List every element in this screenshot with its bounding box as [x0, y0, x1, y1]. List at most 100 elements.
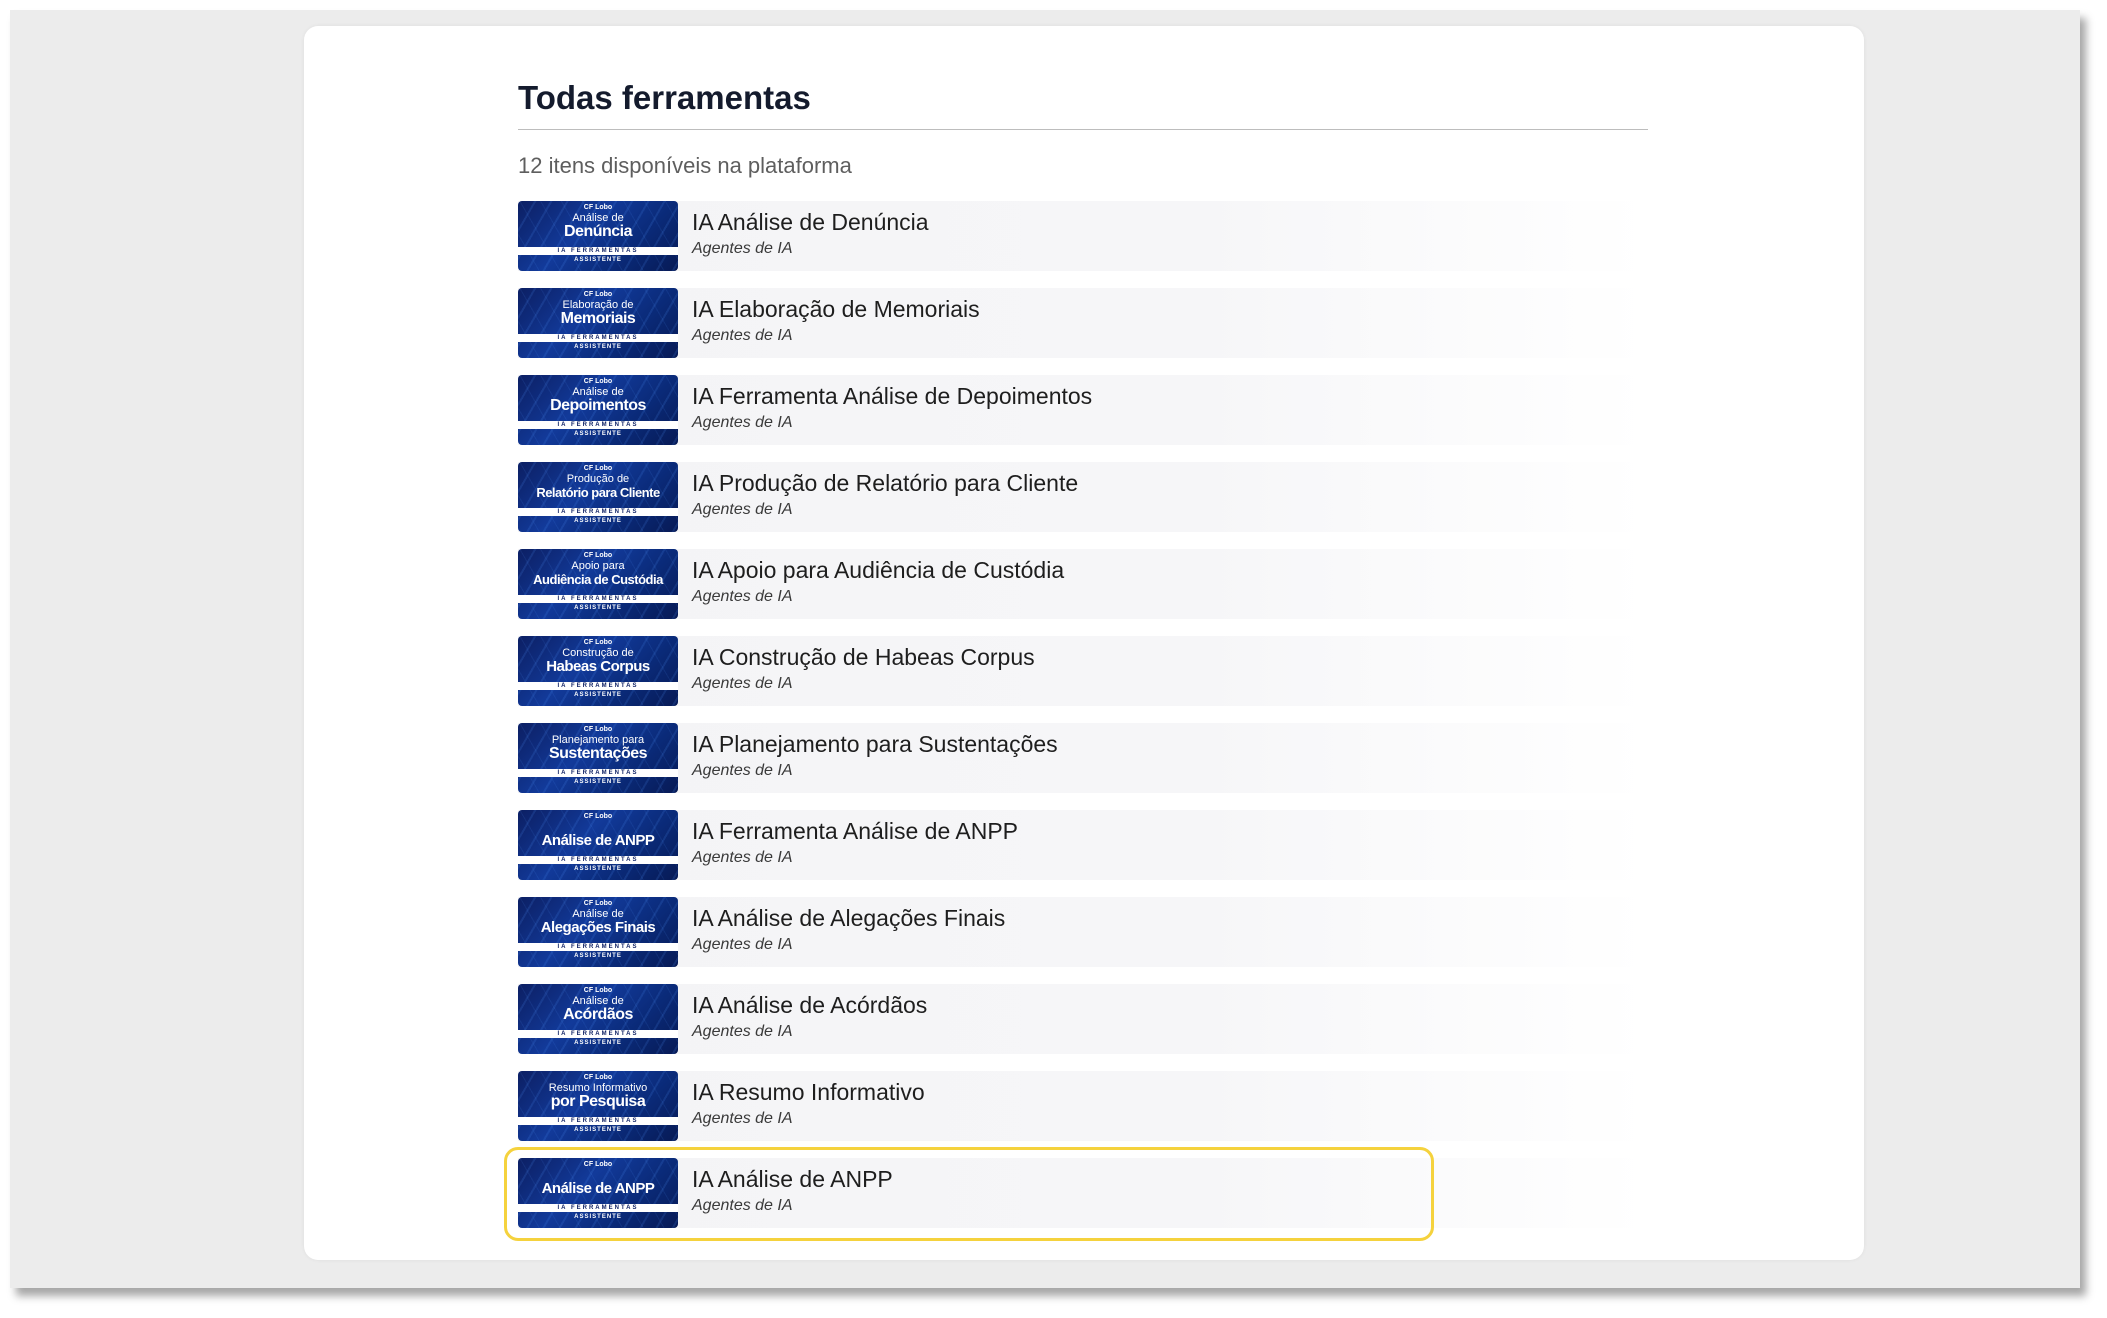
- thumb-band: IA FERRAMENTAS: [518, 508, 678, 516]
- tool-name[interactable]: IA Análise de Alegações Finais: [692, 904, 1005, 932]
- tool-category: Agentes de IA: [692, 849, 793, 866]
- thumb-band: IA FERRAMENTAS: [518, 1204, 678, 1212]
- thumb-title: Depoimentos: [550, 397, 646, 414]
- thumb-title: Sustentações: [548, 745, 648, 762]
- tool-thumbnail: CF Lobo Resumo Informativo por Pesquisa …: [518, 1071, 678, 1141]
- thumb-brand: CF Lobo: [583, 900, 613, 907]
- thumb-brand: CF Lobo: [583, 987, 613, 994]
- thumb-sub: ASSISTENTE: [574, 605, 622, 611]
- tool-item[interactable]: CF Lobo Construção de Habeas Corpus IA F…: [518, 636, 1648, 706]
- tool-thumbnail: CF Lobo Planejamento para Sustentações I…: [518, 723, 678, 793]
- tool-category: Agentes de IA: [692, 936, 793, 953]
- tool-category: Agentes de IA: [692, 1110, 793, 1127]
- tool-name[interactable]: IA Elaboração de Memoriais: [692, 295, 980, 323]
- tools-content: Todas ferramentas 12 itens disponíveis n…: [504, 78, 1648, 1245]
- tool-thumbnail: CF Lobo Análise de Acórdãos IA FERRAMENT…: [518, 984, 678, 1054]
- thumb-sub: ASSISTENTE: [574, 866, 622, 872]
- thumb-title: Análise de ANPP: [541, 832, 655, 849]
- thumb-sub: ASSISTENTE: [574, 518, 622, 524]
- tool-thumbnail: CF Lobo Análise de Denúncia IA FERRAMENT…: [518, 201, 678, 271]
- tool-thumbnail: CF Lobo Análise de ANPP IA FERRAMENTAS A…: [518, 1158, 678, 1228]
- tools-list: CF Lobo Análise de Denúncia IA FERRAMENT…: [504, 201, 1648, 1241]
- tool-item-highlighted[interactable]: CF Lobo Análise de ANPP IA FERRAMENTAS A…: [504, 1147, 1648, 1241]
- tool-category: Agentes de IA: [692, 1023, 793, 1040]
- screenshot-frame: Todas ferramentas 12 itens disponíveis n…: [10, 10, 2080, 1288]
- thumb-sub: ASSISTENTE: [574, 953, 622, 959]
- tool-item[interactable]: CF Lobo Apoio para Audiência de Custódia…: [518, 549, 1648, 619]
- thumb-title: Habeas Corpus: [546, 658, 650, 675]
- thumb-brand: CF Lobo: [583, 378, 613, 385]
- thumb-title: Relatório para Cliente: [536, 485, 660, 500]
- thumb-brand: CF Lobo: [583, 1161, 613, 1168]
- tool-thumbnail: CF Lobo Análise de ANPP IA FERRAMENTAS A…: [518, 810, 678, 880]
- tool-name[interactable]: IA Análise de ANPP: [692, 1165, 893, 1193]
- tool-category: Agentes de IA: [692, 675, 793, 692]
- thumb-brand: CF Lobo: [583, 1074, 613, 1081]
- thumb-sub: ASSISTENTE: [574, 1127, 622, 1133]
- tool-item[interactable]: CF Lobo Produção de Relatório para Clien…: [518, 462, 1648, 532]
- thumb-sub: ASSISTENTE: [574, 257, 622, 263]
- page-title: Todas ferramentas: [518, 79, 811, 116]
- thumb-title: Alegações Finais: [540, 919, 656, 936]
- tool-name[interactable]: IA Construção de Habeas Corpus: [692, 643, 1035, 671]
- thumb-title: Análise de ANPP: [541, 1180, 655, 1197]
- thumb-brand: CF Lobo: [583, 291, 613, 298]
- tool-item[interactable]: CF Lobo Resumo Informativo por Pesquisa …: [518, 1071, 1648, 1141]
- thumb-band: IA FERRAMENTAS: [518, 1117, 678, 1125]
- thumb-brand: CF Lobo: [583, 465, 613, 472]
- thumb-title: por Pesquisa: [550, 1093, 646, 1110]
- tool-thumbnail: CF Lobo Produção de Relatório para Clien…: [518, 462, 678, 532]
- thumb-band: IA FERRAMENTAS: [518, 1030, 678, 1038]
- tool-item[interactable]: CF Lobo Análise de ANPP IA FERRAMENTAS A…: [518, 810, 1648, 880]
- thumb-band: IA FERRAMENTAS: [518, 943, 678, 951]
- tool-name[interactable]: IA Ferramenta Análise de Depoimentos: [692, 382, 1092, 410]
- thumb-title: Memoriais: [560, 310, 636, 327]
- tool-thumbnail: CF Lobo Apoio para Audiência de Custódia…: [518, 549, 678, 619]
- tool-thumbnail: CF Lobo Elaboração de Memoriais IA FERRA…: [518, 288, 678, 358]
- tool-category: Agentes de IA: [692, 240, 793, 257]
- title-divider: [518, 129, 1648, 130]
- thumb-sub: ASSISTENTE: [574, 431, 622, 437]
- tool-category: Agentes de IA: [692, 327, 793, 344]
- thumb-sub: ASSISTENTE: [574, 692, 622, 698]
- thumb-band: IA FERRAMENTAS: [518, 334, 678, 342]
- thumb-brand: CF Lobo: [583, 204, 613, 211]
- thumb-brand: CF Lobo: [583, 726, 613, 733]
- tool-name[interactable]: IA Ferramenta Análise de ANPP: [692, 817, 1018, 845]
- tool-category: Agentes de IA: [692, 501, 793, 518]
- thumb-title: Audiência de Custódia: [533, 572, 663, 587]
- thumb-band: IA FERRAMENTAS: [518, 769, 678, 777]
- tool-item[interactable]: CF Lobo Análise de Acórdãos IA FERRAMENT…: [518, 984, 1648, 1054]
- tool-name[interactable]: IA Resumo Informativo: [692, 1078, 925, 1106]
- thumb-sub: ASSISTENTE: [574, 1214, 622, 1220]
- tool-item[interactable]: CF Lobo Análise de Depoimentos IA FERRAM…: [518, 375, 1648, 445]
- tool-item[interactable]: CF Lobo Análise de Alegações Finais IA F…: [518, 897, 1648, 967]
- thumb-band: IA FERRAMENTAS: [518, 856, 678, 864]
- tool-thumbnail: CF Lobo Análise de Depoimentos IA FERRAM…: [518, 375, 678, 445]
- thumb-band: IA FERRAMENTAS: [518, 247, 678, 255]
- tool-name[interactable]: IA Apoio para Audiência de Custódia: [692, 556, 1064, 584]
- tools-card: Todas ferramentas 12 itens disponíveis n…: [304, 26, 1864, 1260]
- tool-item[interactable]: CF Lobo Análise de Denúncia IA FERRAMENT…: [518, 201, 1648, 271]
- thumb-brand: CF Lobo: [583, 813, 613, 820]
- tool-category: Agentes de IA: [692, 1197, 793, 1214]
- thumb-sub: ASSISTENTE: [574, 1040, 622, 1046]
- tool-name[interactable]: IA Análise de Denúncia: [692, 208, 929, 236]
- tool-item[interactable]: CF Lobo Elaboração de Memoriais IA FERRA…: [518, 288, 1648, 358]
- thumb-sub: ASSISTENTE: [574, 779, 622, 785]
- thumb-sub: ASSISTENTE: [574, 344, 622, 350]
- tool-name[interactable]: IA Planejamento para Sustentações: [692, 730, 1058, 758]
- tool-name[interactable]: IA Produção de Relatório para Cliente: [692, 469, 1078, 497]
- thumb-brand: CF Lobo: [583, 552, 613, 559]
- thumb-band: IA FERRAMENTAS: [518, 421, 678, 429]
- tool-category: Agentes de IA: [692, 762, 793, 779]
- tool-thumbnail: CF Lobo Análise de Alegações Finais IA F…: [518, 897, 678, 967]
- thumb-brand: CF Lobo: [583, 639, 613, 646]
- tool-item[interactable]: CF Lobo Planejamento para Sustentações I…: [518, 723, 1648, 793]
- thumb-title: Denúncia: [563, 223, 633, 240]
- tool-thumbnail: CF Lobo Construção de Habeas Corpus IA F…: [518, 636, 678, 706]
- thumb-band: IA FERRAMENTAS: [518, 595, 678, 603]
- thumb-band: IA FERRAMENTAS: [518, 682, 678, 690]
- tool-name[interactable]: IA Análise de Acórdãos: [692, 991, 927, 1019]
- tool-category: Agentes de IA: [692, 414, 793, 431]
